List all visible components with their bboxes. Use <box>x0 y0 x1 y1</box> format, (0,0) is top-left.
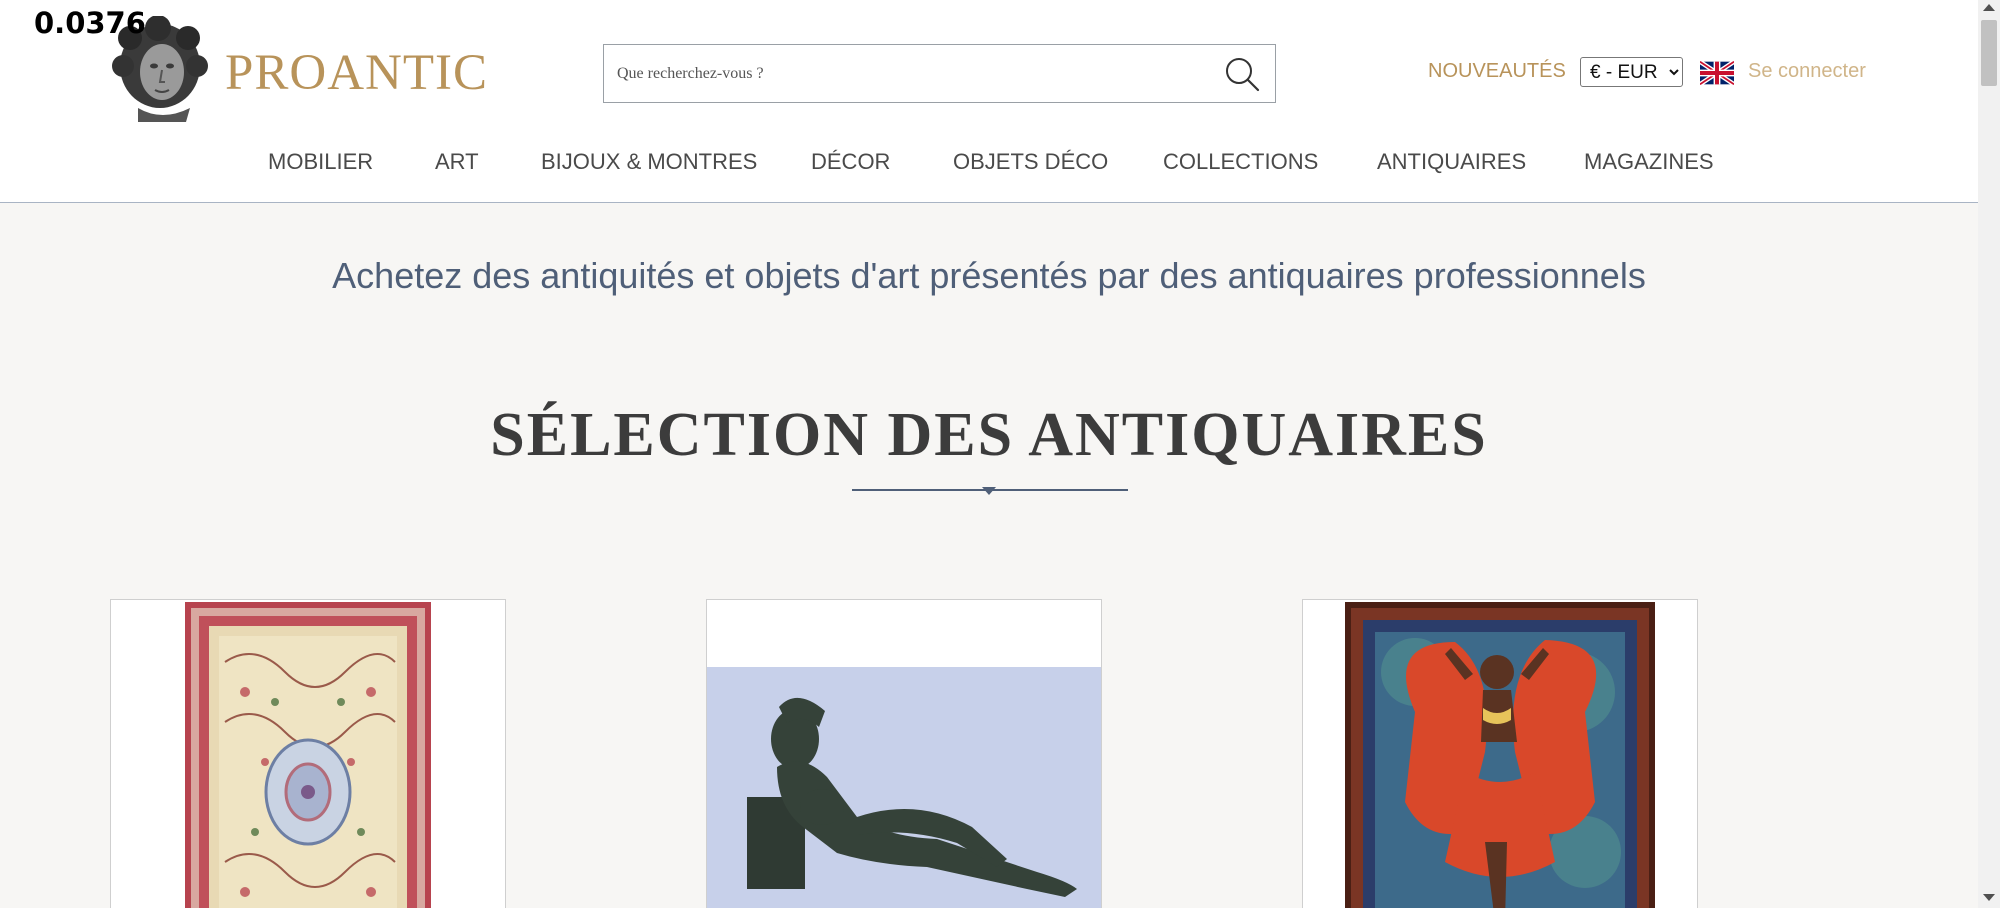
debug-value: 0.0376 <box>34 6 146 40</box>
nav-item-mobilier[interactable]: MOBILIER <box>268 149 373 175</box>
product-card-3[interactable] <box>1302 599 1698 908</box>
vertical-scrollbar[interactable] <box>1978 0 2000 908</box>
uk-flag-icon[interactable] <box>1700 61 1734 85</box>
nav-item-magazines[interactable]: MAGAZINES <box>1584 149 1714 175</box>
product-card-2[interactable] <box>706 599 1102 908</box>
scroll-up-arrow-icon[interactable] <box>1983 4 1995 11</box>
main-nav: MOBILIER ART BIJOUX & MONTRES DÉCOR OBJE… <box>0 149 1978 179</box>
search-box <box>603 44 1276 103</box>
section-title: SÉLECTION DES ANTIQUAIRES <box>490 401 1488 469</box>
framed-dancer-painting-image <box>1345 602 1655 908</box>
brand-name: PROANTIC <box>225 45 489 101</box>
persian-rug-image <box>185 602 431 908</box>
site-header: PROANTIC NOUVEAUTÉS € - EUR Se connecter… <box>0 0 1978 203</box>
nav-item-decor[interactable]: DÉCOR <box>811 149 890 175</box>
search-input[interactable] <box>604 45 1204 102</box>
currency-select[interactable]: € - EUR <box>1580 57 1683 87</box>
nav-item-antiquaires[interactable]: ANTIQUAIRES <box>1377 149 1526 175</box>
reclining-bronze-sculpture-image <box>707 667 1101 908</box>
search-icon <box>1226 58 1260 92</box>
nav-item-art[interactable]: ART <box>435 149 479 175</box>
nav-item-objets-deco[interactable]: OBJETS DÉCO <box>953 149 1108 175</box>
tagline: Achetez des antiquités et objets d'art p… <box>332 255 1646 296</box>
scroll-down-arrow-icon[interactable] <box>1983 894 1995 901</box>
nav-item-bijoux-montres[interactable]: BIJOUX & MONTRES <box>541 149 757 175</box>
nav-item-collections[interactable]: COLLECTIONS <box>1163 149 1318 175</box>
product-card-1[interactable] <box>110 599 506 908</box>
login-link[interactable]: Se connecter <box>1748 60 1866 83</box>
nouveautes-link[interactable]: NOUVEAUTÉS <box>1428 60 1566 83</box>
search-button[interactable] <box>1223 55 1261 93</box>
scroll-thumb[interactable] <box>1981 20 1997 86</box>
title-divider-ornament <box>982 487 996 495</box>
